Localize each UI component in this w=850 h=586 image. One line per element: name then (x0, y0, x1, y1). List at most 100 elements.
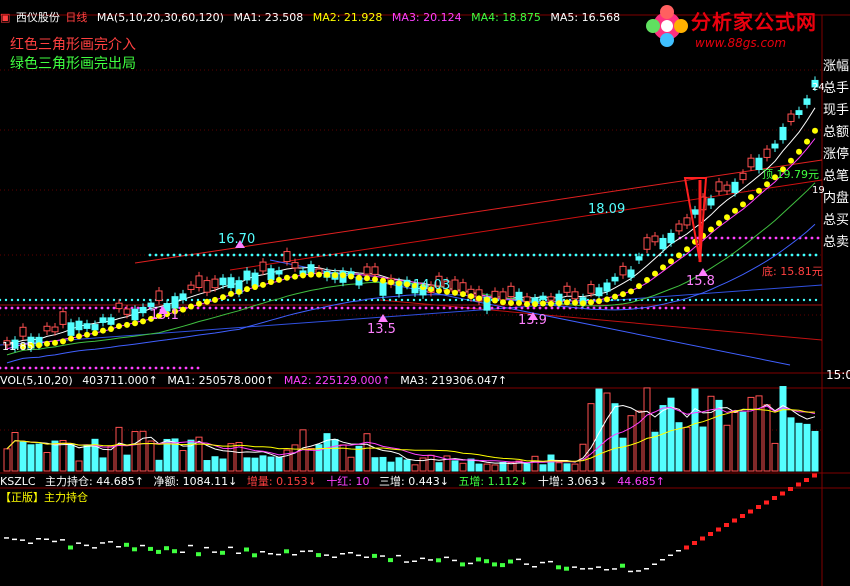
right-item-8[interactable]: 总卖 (823, 231, 850, 253)
level-dot (208, 253, 212, 257)
ma1-value: MA1: 23.508 (233, 11, 304, 24)
candle (283, 251, 291, 263)
ma-dot (36, 342, 42, 349)
volume-bar (203, 460, 211, 472)
level-dot (160, 253, 164, 257)
level-dot (514, 253, 518, 257)
candle (683, 217, 691, 226)
ma30-line (6, 223, 816, 364)
candle (571, 291, 579, 300)
right-item-5[interactable]: 总笔 (823, 165, 850, 187)
volume-bar (75, 460, 83, 472)
ma-dot (300, 272, 306, 279)
candle (91, 324, 99, 331)
level-dot (112, 366, 116, 370)
level-dot (208, 306, 212, 310)
watermark-url: www.88gs.com (695, 36, 787, 50)
kszlc-bar (692, 541, 697, 545)
ma-dot (764, 181, 770, 188)
ma-dot (52, 339, 58, 346)
level-dot (76, 306, 80, 310)
level-dot (226, 306, 230, 310)
level-dot (448, 253, 452, 257)
kszlc-bar (524, 563, 529, 565)
kszlc-bar (788, 487, 793, 491)
price-label-low2: 13.5 (367, 322, 396, 337)
level-dot (568, 253, 572, 257)
price-label-high: 16.70 (218, 232, 256, 247)
kszlc-bar (196, 552, 201, 557)
level-dot (748, 253, 752, 257)
volume-bar (627, 415, 635, 472)
ma-dot (636, 283, 642, 290)
period-label[interactable]: 日线 (65, 11, 87, 24)
kszlc-bar (732, 518, 737, 523)
kszlc-bar (588, 567, 593, 570)
volume-bar (3, 448, 11, 472)
right-item-3[interactable]: 总额 (823, 121, 850, 143)
buy-note: 红色三角形画完介入 (10, 37, 136, 53)
candle (267, 268, 275, 281)
level-dot (412, 306, 416, 310)
candle (227, 277, 235, 289)
level-dot (328, 306, 332, 310)
candle (211, 278, 219, 289)
stock-name[interactable]: 西仪股份 (16, 11, 60, 24)
level-dot (454, 306, 458, 310)
candle (243, 270, 251, 281)
volume-bar (555, 462, 563, 472)
kszlc-bar (180, 551, 185, 553)
right-item-7[interactable]: 总买 (823, 209, 850, 231)
candle (595, 287, 603, 297)
ma-dot (532, 301, 538, 308)
level-dot (58, 366, 62, 370)
volume-bar (395, 457, 403, 472)
ma-dot (468, 293, 474, 300)
right-item-0[interactable]: 涨幅 (823, 55, 850, 77)
right-item-1[interactable]: 总手 (823, 77, 850, 99)
level-dot (780, 236, 784, 240)
kszlc-bar (644, 568, 649, 570)
volume-bar (451, 460, 459, 472)
vol-ma2: MA2: 225129.000↑ (283, 374, 391, 387)
ma-dot (292, 273, 298, 280)
ma4-value: MA4: 18.875 (471, 11, 541, 24)
level-dot (796, 253, 800, 257)
level-dot (670, 298, 674, 302)
level-dot (76, 298, 80, 302)
ma-dot (620, 291, 626, 298)
volume-bar (131, 431, 139, 472)
right-item-2[interactable]: 现手 (823, 99, 850, 121)
level-dot (0, 366, 2, 370)
level-dot (802, 253, 806, 257)
level-dot (268, 253, 272, 257)
level-dot (238, 253, 242, 257)
level-dot (52, 366, 56, 370)
kszlc-bar (380, 555, 385, 557)
kszlc-bar (628, 570, 633, 573)
candle (155, 290, 163, 301)
right-item-6[interactable]: 内盘 (823, 187, 850, 209)
kszlc-bar (636, 570, 641, 572)
level-dot (664, 306, 668, 310)
level-dot (706, 253, 710, 257)
volume-bar (539, 464, 547, 472)
level-dot (616, 253, 620, 257)
chart-canvas[interactable] (0, 0, 850, 586)
level-dot (550, 253, 554, 257)
level-dot (816, 236, 820, 240)
candle (643, 237, 651, 250)
level-dot (538, 306, 542, 310)
price-label-low4: 15.8 (686, 274, 715, 289)
level-dot (124, 298, 128, 302)
level-dot (190, 366, 194, 370)
level-dot (64, 306, 68, 310)
right-item-4[interactable]: 涨停 (823, 143, 850, 165)
level-dot (738, 236, 742, 240)
kszlc-a: 主力持仓: 44.685↑ (45, 475, 144, 488)
kszlc-bar (364, 556, 369, 558)
candle (659, 237, 667, 250)
level-dot (256, 306, 260, 310)
candle (51, 326, 59, 333)
kszlc-bar (132, 547, 137, 552)
